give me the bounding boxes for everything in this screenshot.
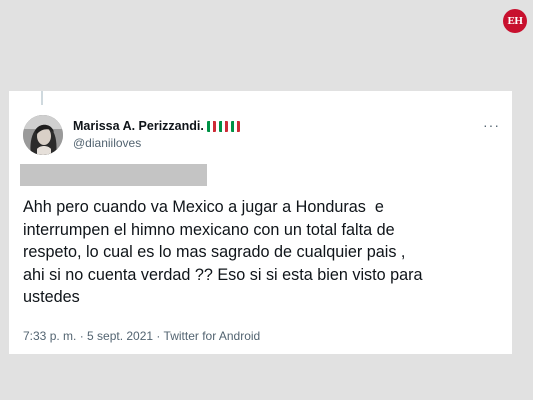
user-name-row[interactable]: Marissa A. Perizzandi. xyxy=(73,119,240,133)
redacted-reply-context xyxy=(20,164,207,186)
user-handle[interactable]: @dianiiloves xyxy=(73,136,141,150)
more-options-icon[interactable]: ··· xyxy=(483,117,500,133)
screenshot-page: EH Marissa A. Perizzandi. @dianiiloves ·… xyxy=(0,0,533,400)
tweet-text: Ahh pero cuando va Mexico a jugar a Hond… xyxy=(23,198,423,306)
tweet-timestamp-source[interactable]: 7:33 p. m. · 5 sept. 2021 · Twitter for … xyxy=(23,329,260,343)
display-name[interactable]: Marissa A. Perizzandi. xyxy=(73,119,204,133)
avatar-photo-icon xyxy=(23,115,63,155)
tweet-card[interactable]: Marissa A. Perizzandi. @dianiiloves ··· … xyxy=(9,91,512,354)
italy-flag-icon xyxy=(218,120,228,132)
avatar[interactable] xyxy=(23,115,63,155)
italy-flag-icon xyxy=(230,120,240,132)
italy-flag-icon xyxy=(206,120,216,132)
thread-line xyxy=(41,91,43,105)
eh-logo: EH xyxy=(503,9,527,33)
